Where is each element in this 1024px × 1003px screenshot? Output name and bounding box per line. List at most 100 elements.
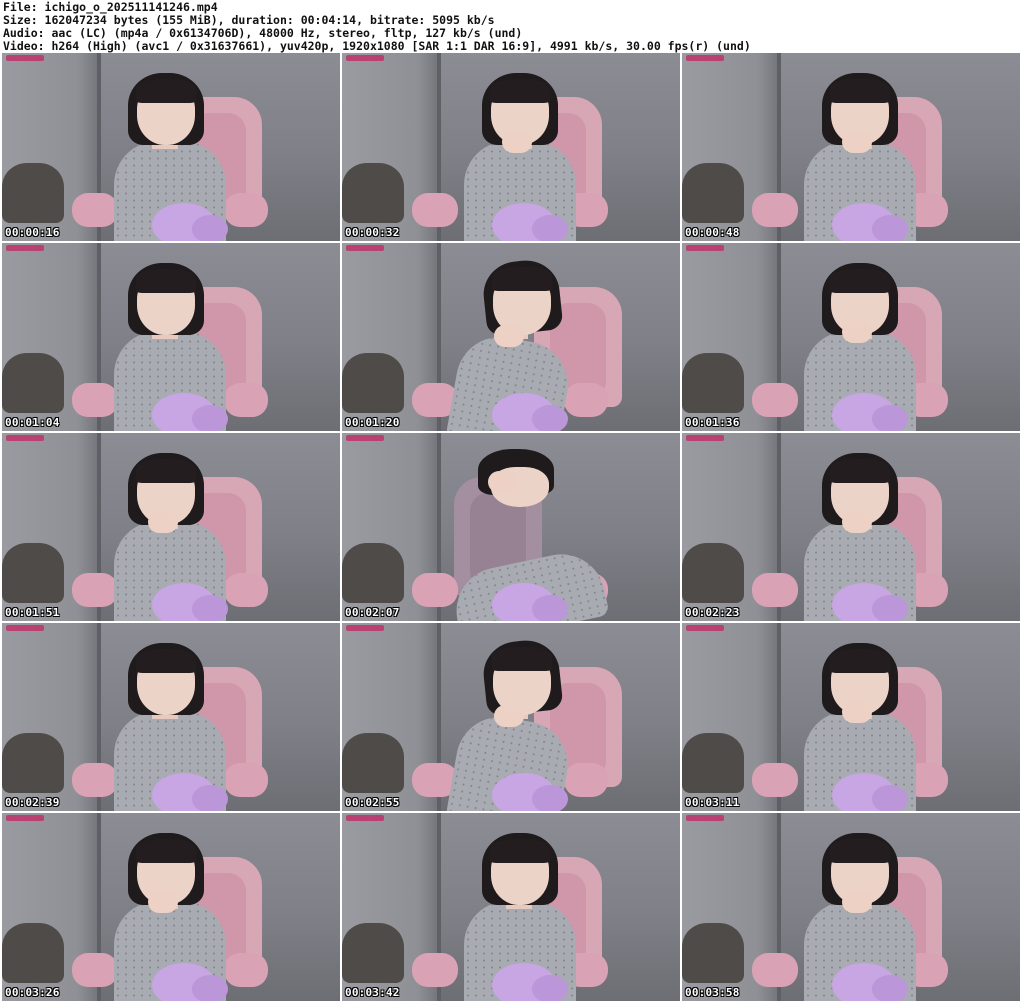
person-bangs [492, 647, 552, 671]
thumbnail-frame[interactable]: 00:03:58 [682, 813, 1020, 1001]
plush-toy-part [192, 215, 228, 241]
thumbnail-frame[interactable]: 00:02:55 [342, 623, 680, 811]
media-info-header: File: ichigo_o_202511141246.mp4 Size: 16… [3, 1, 1021, 53]
thumbnail-frame[interactable]: 00:03:42 [342, 813, 680, 1001]
thumbnail-frame[interactable]: 00:03:26 [2, 813, 340, 1001]
person-bangs [830, 459, 890, 483]
plush-toy-part [532, 595, 568, 621]
thumbnail-frame[interactable]: 00:02:39 [2, 623, 340, 811]
person-bangs [490, 79, 550, 103]
chair-armrest-right [224, 383, 268, 417]
person-hand [842, 511, 872, 533]
watermark-logo [346, 245, 384, 251]
chair-armrest-left [72, 383, 118, 417]
thumbnail-timestamp: 00:02:23 [685, 606, 740, 619]
thumbnail-grid: 00:00:16 00:00:32 00:00:48 00:01:04 00:0… [2, 53, 1022, 1001]
chair-armrest-left [412, 573, 458, 607]
person-bangs [136, 269, 196, 293]
plush-toy-part [872, 595, 908, 621]
watermark-logo [346, 815, 384, 821]
plush-toy-part [532, 405, 568, 431]
plush-toy-part [532, 975, 568, 1001]
chair-armrest-right [224, 953, 268, 987]
video-stream-line: Video: h264 (High) (avc1 / 0x31637661), … [3, 39, 751, 53]
watermark-logo [346, 55, 384, 61]
plush-toy-part [532, 785, 568, 811]
thumbnail-frame[interactable]: 00:00:32 [342, 53, 680, 241]
thumbnail-frame[interactable]: 00:01:04 [2, 243, 340, 431]
person-bangs [136, 79, 196, 103]
stool [342, 733, 404, 793]
thumbnail-timestamp: 00:01:04 [5, 416, 60, 429]
thumbnail-frame[interactable]: 00:00:48 [682, 53, 1020, 241]
watermark-logo [6, 815, 44, 821]
plush-toy-part [532, 215, 568, 241]
chair-armrest-left [72, 573, 118, 607]
person-hand [842, 701, 872, 723]
chair-armrest-left [72, 763, 118, 797]
person-bangs [490, 839, 550, 863]
thumbnail-timestamp: 00:01:36 [685, 416, 740, 429]
stool [342, 543, 404, 603]
thumbnail-frame[interactable]: 00:00:16 [2, 53, 340, 241]
person-bangs [136, 649, 196, 673]
person-bangs [830, 79, 890, 103]
watermark-logo [6, 245, 44, 251]
watermark-logo [346, 435, 384, 441]
chair-armrest-left [72, 193, 118, 227]
person-hand [148, 511, 178, 533]
watermark-logo [686, 55, 724, 61]
thumbnail-timestamp: 00:02:39 [5, 796, 60, 809]
person-hand [842, 891, 872, 913]
watermark-logo [686, 625, 724, 631]
chair-armrest-left [752, 383, 798, 417]
person-bangs [830, 649, 890, 673]
chair-armrest-left [412, 953, 458, 987]
plush-toy-part [872, 975, 908, 1001]
watermark-logo [6, 625, 44, 631]
stool [2, 543, 64, 603]
plush-toy-part [192, 975, 228, 1001]
thumbnail-timestamp: 00:03:42 [345, 986, 400, 999]
thumbnail-frame[interactable]: 00:01:20 [342, 243, 680, 431]
stool [682, 733, 744, 793]
person-hand [148, 891, 178, 913]
person-bangs [136, 839, 196, 863]
stool [2, 733, 64, 793]
thumbnail-timestamp: 00:03:26 [5, 986, 60, 999]
stool [682, 353, 744, 413]
plush-toy-part [872, 405, 908, 431]
person-hand [494, 325, 524, 347]
chair-armrest-left [752, 193, 798, 227]
thumbnail-frame[interactable]: 00:03:11 [682, 623, 1020, 811]
stool [2, 163, 64, 223]
thumbnail-timestamp: 00:02:07 [345, 606, 400, 619]
watermark-logo [346, 625, 384, 631]
stool [682, 543, 744, 603]
thumbnail-frame[interactable]: 00:02:23 [682, 433, 1020, 621]
thumbnail-timestamp: 00:00:32 [345, 226, 400, 239]
stool [2, 923, 64, 983]
chair-armrest-right [224, 193, 268, 227]
thumbnail-frame[interactable]: 00:02:07 [342, 433, 680, 621]
thumbnail-frame[interactable]: 00:01:51 [2, 433, 340, 621]
stool [2, 353, 64, 413]
watermark-logo [686, 245, 724, 251]
person-hand [494, 705, 524, 727]
thumbnail-timestamp: 00:02:55 [345, 796, 400, 809]
thumbnail-frame[interactable]: 00:01:36 [682, 243, 1020, 431]
thumbnail-timestamp: 00:00:48 [685, 226, 740, 239]
person-hand [842, 321, 872, 343]
plush-toy-part [192, 595, 228, 621]
watermark-logo [6, 55, 44, 61]
watermark-logo [686, 815, 724, 821]
person-bangs [830, 839, 890, 863]
chair-armrest-left [72, 953, 118, 987]
person-bangs [492, 267, 552, 291]
plush-toy-part [192, 405, 228, 431]
stool [682, 923, 744, 983]
plush-toy-part [192, 785, 228, 811]
person-hand [488, 471, 518, 493]
chair-armrest-left [412, 193, 458, 227]
chair-armrest-right [224, 763, 268, 797]
